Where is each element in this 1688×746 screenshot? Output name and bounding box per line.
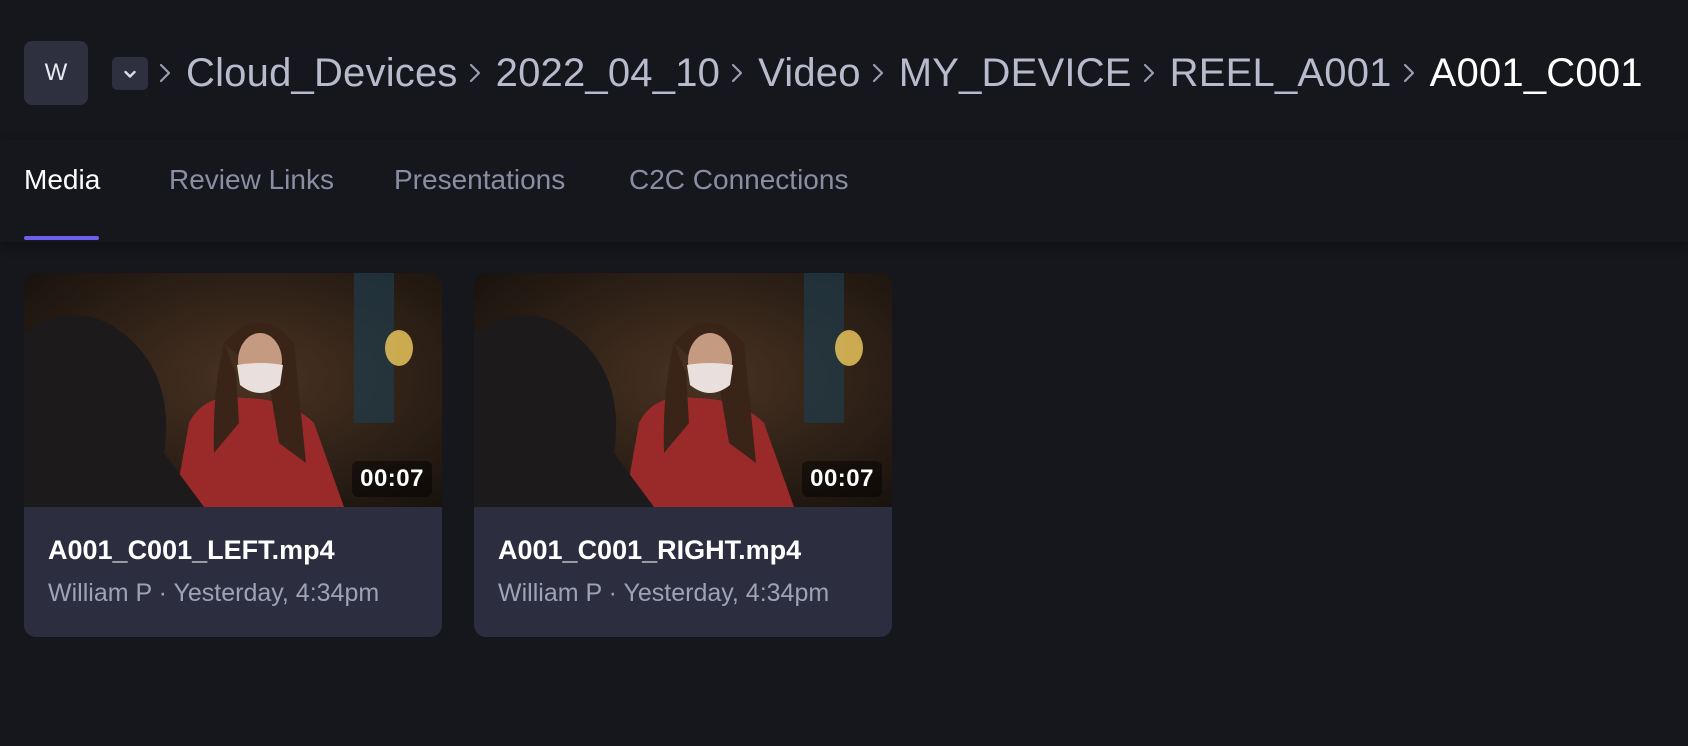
- breadcrumb-item-device[interactable]: MY_DEVICE: [899, 51, 1132, 96]
- media-card[interactable]: 00:07 A001_C001_RIGHT.mp4 William P · Ye…: [474, 273, 892, 637]
- tab-bar: Media Review Links Presentations C2C Con…: [0, 140, 1688, 242]
- tab-review-links[interactable]: Review Links: [169, 164, 334, 218]
- media-file-name: A001_C001_RIGHT.mp4: [498, 535, 802, 565]
- chevron-right-icon: [468, 62, 482, 84]
- meta-separator: ·: [608, 579, 617, 607]
- breadcrumb: Cloud_Devices 2022_04_10 Video MY_DEVICE…: [158, 40, 1643, 106]
- breadcrumb-item-cloud-devices[interactable]: Cloud_Devices: [186, 51, 458, 96]
- workspace-dropdown-button[interactable]: [112, 57, 148, 90]
- tab-media[interactable]: Media: [24, 164, 100, 218]
- chevron-right-icon: [1142, 62, 1156, 84]
- media-meta: William P · Yesterday, 4:34pm: [498, 579, 829, 608]
- media-uploader: William P: [498, 579, 602, 607]
- duration-badge: 00:07: [802, 461, 882, 497]
- meta-separator: ·: [158, 579, 167, 607]
- tab-presentations[interactable]: Presentations: [394, 164, 565, 218]
- video-thumbnail[interactable]: 00:07: [474, 273, 892, 507]
- breadcrumb-item-video[interactable]: Video: [758, 51, 861, 96]
- active-tab-indicator: [24, 236, 99, 240]
- video-thumbnail[interactable]: 00:07: [24, 273, 442, 507]
- media-timestamp: Yesterday, 4:34pm: [173, 579, 380, 607]
- duration-badge: 00:07: [352, 461, 432, 497]
- media-file-name: A001_C001_LEFT.mp4: [48, 535, 335, 565]
- chevron-down-icon: [124, 70, 136, 78]
- header: W Cloud_Devices 2022_04_10 Video MY_DEVI…: [0, 0, 1688, 140]
- media-meta: William P · Yesterday, 4:34pm: [48, 579, 379, 608]
- chevron-right-icon: [730, 62, 744, 84]
- media-uploader: William P: [48, 579, 152, 607]
- chevron-right-icon: [871, 62, 885, 84]
- media-timestamp: Yesterday, 4:34pm: [623, 579, 830, 607]
- chevron-right-icon: [1402, 62, 1416, 84]
- breadcrumb-current: A001_C001: [1429, 50, 1643, 95]
- tab-c2c-connections[interactable]: C2C Connections: [629, 164, 848, 218]
- workspace-avatar[interactable]: W: [24, 41, 88, 105]
- breadcrumb-item-date[interactable]: 2022_04_10: [496, 51, 720, 96]
- media-card[interactable]: 00:07 A001_C001_LEFT.mp4 William P · Yes…: [24, 273, 442, 637]
- chevron-right-icon: [158, 62, 172, 84]
- breadcrumb-item-reel[interactable]: REEL_A001: [1170, 51, 1392, 96]
- workspace-avatar-letter: W: [44, 59, 68, 86]
